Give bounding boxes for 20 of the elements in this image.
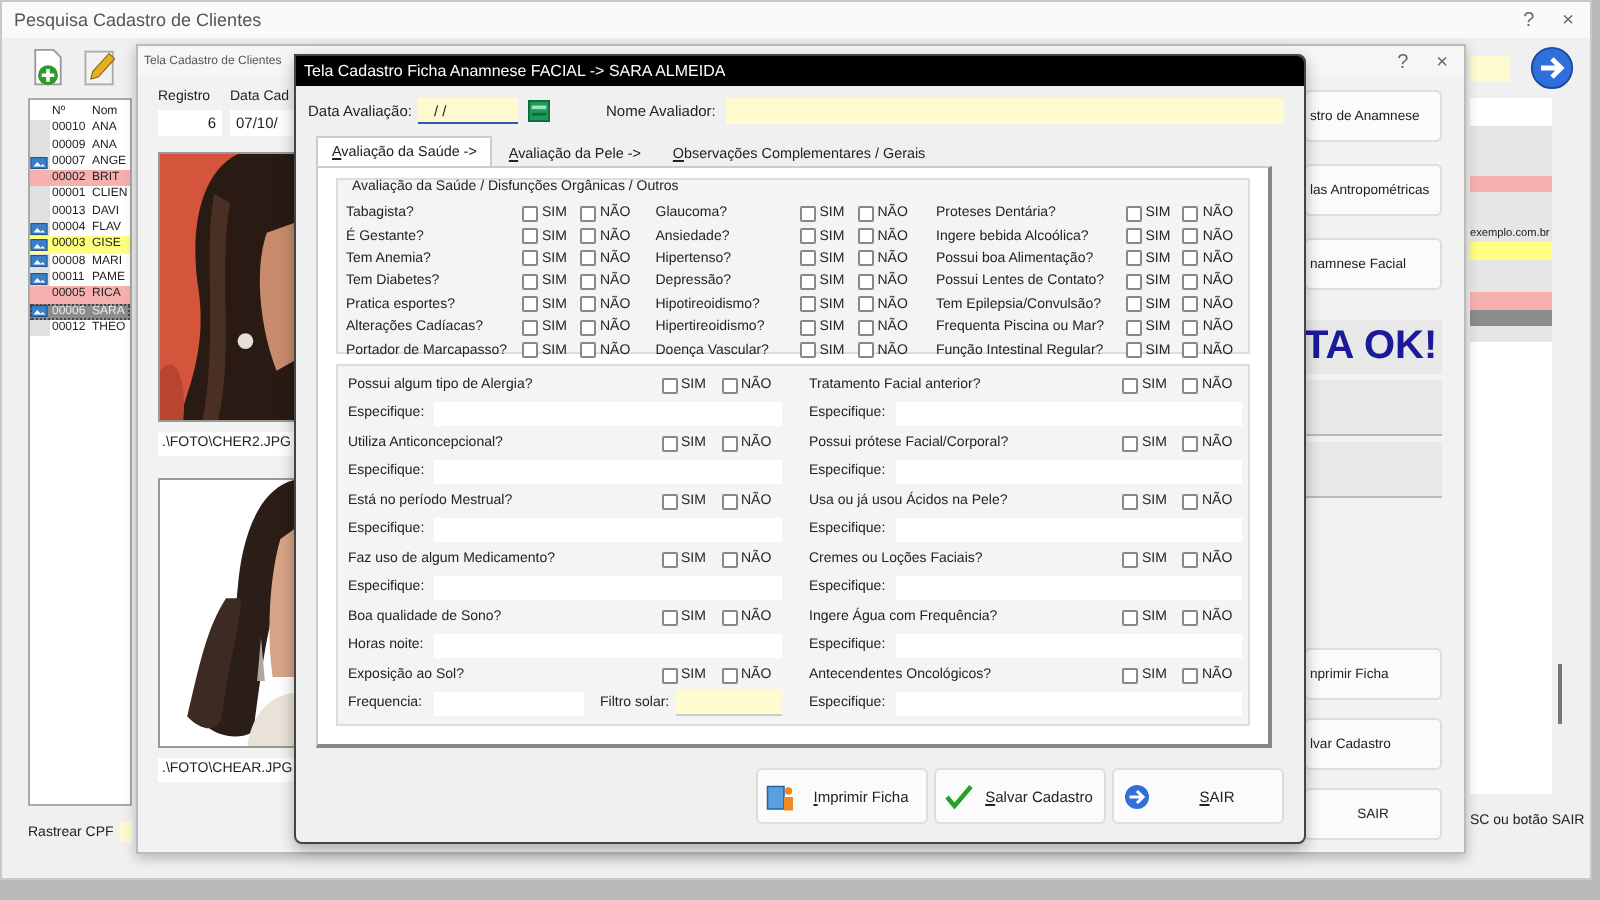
arrow-right-icon[interactable] [1530, 46, 1574, 90]
window-title: Tela Cadastro Ficha Anamnese FACIAL -> SARA ALMEIDA [304, 62, 726, 80]
close-button[interactable]: × [1562, 9, 1574, 31]
close-button[interactable]: × [1436, 51, 1448, 73]
print-icon [766, 781, 796, 811]
calendar-icon[interactable] [527, 99, 550, 121]
help-button[interactable]: ? [1397, 51, 1409, 73]
window-title: Pesquisa Cadastro de Clientes [14, 10, 262, 30]
status-banner: TA OK! [1304, 320, 1442, 374]
help-button[interactable]: ? [1523, 9, 1535, 31]
scrollbar[interactable] [1558, 664, 1562, 724]
arrow-right-icon [1122, 781, 1152, 811]
input-field[interactable] [676, 690, 781, 716]
edit-icon[interactable] [80, 48, 120, 88]
check-icon [944, 781, 974, 811]
grid-row[interactable] [1470, 176, 1552, 193]
cpf-field[interactable] [119, 822, 132, 842]
evaluator-field[interactable] [725, 97, 1284, 123]
search-field[interactable] [1470, 55, 1510, 81]
add-document-icon[interactable] [28, 48, 68, 88]
